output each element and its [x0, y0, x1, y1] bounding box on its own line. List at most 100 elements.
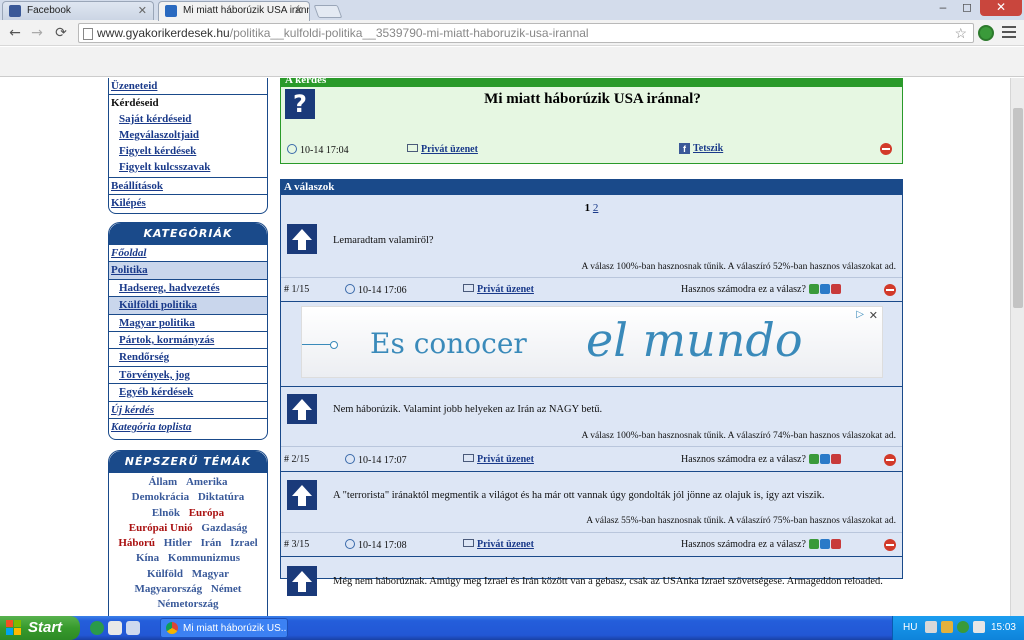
taskbar-chrome-window[interactable]: Mi miatt háborúzik US...: [160, 618, 288, 638]
private-message-link[interactable]: Privát üzenet: [477, 454, 534, 465]
like-control[interactable]: f Tetszik: [679, 143, 723, 154]
topic-tag[interactable]: Magyar: [192, 568, 229, 580]
topic-tag[interactable]: Irán: [201, 537, 222, 549]
topic-tag[interactable]: Kína: [136, 552, 159, 564]
private-message-link[interactable]: Privát üzenet: [421, 144, 478, 155]
topic-tag[interactable]: Háború: [118, 537, 155, 549]
answer-time: 10-14 17:07: [345, 454, 407, 466]
category-law[interactable]: Törvények, jog: [109, 367, 267, 385]
tab-label: Facebook: [27, 5, 71, 16]
envelope-icon: [463, 454, 474, 462]
topic-tag[interactable]: Hitler: [164, 537, 192, 549]
topic-tag[interactable]: Európai Unió: [129, 522, 193, 534]
answered-link[interactable]: Megválaszoltjaid: [109, 127, 267, 143]
new-question-link[interactable]: Új kérdés: [109, 402, 267, 419]
topic-tag[interactable]: Diktatúra: [198, 491, 244, 503]
private-message-link[interactable]: Privát üzenet: [477, 284, 534, 295]
category-hungarian-politics[interactable]: Magyar politika: [109, 315, 267, 332]
advertisement-banner[interactable]: Es conocer el mundo ▷ ✕: [301, 306, 883, 378]
report-icon[interactable]: [884, 454, 896, 466]
categories-box: KATEGÓRIÁK Főoldal Politika Hadsereg, ha…: [108, 222, 268, 440]
back-button[interactable]: ←: [6, 24, 24, 42]
category-police[interactable]: Rendőrség: [109, 349, 267, 367]
category-other[interactable]: Egyéb kérdések: [109, 384, 267, 402]
report-icon[interactable]: [884, 284, 896, 296]
ad-info-icon[interactable]: ▷: [856, 309, 864, 320]
topic-tag[interactable]: Izrael: [230, 537, 257, 549]
maximize-button[interactable]: ◻: [956, 0, 978, 16]
category-military[interactable]: Hadsereg, hadvezetés: [109, 280, 267, 298]
minimize-button[interactable]: –: [932, 0, 954, 16]
answer-private-message[interactable]: Privát üzenet: [463, 284, 534, 295]
tray-volume-icon[interactable]: [973, 621, 985, 633]
tray-network-icon[interactable]: [925, 621, 937, 633]
topic-tag[interactable]: Németország: [157, 598, 218, 610]
like-link[interactable]: Tetszik: [693, 143, 723, 154]
logout-row: Kilépés: [109, 195, 267, 211]
topic-tag[interactable]: Magyarország: [135, 583, 203, 595]
thumbs-down-icon[interactable]: [830, 539, 841, 549]
report-icon[interactable]: [880, 143, 892, 155]
category-parties[interactable]: Pártok, kormányzás: [109, 332, 267, 350]
topic-tag[interactable]: Amerika: [186, 476, 228, 488]
politics-link[interactable]: Politika: [109, 262, 267, 280]
language-indicator[interactable]: HU: [903, 622, 917, 633]
tray-security-icon[interactable]: [941, 621, 953, 633]
bookmark-star-icon[interactable]: ☆: [954, 25, 967, 42]
watched-questions-link[interactable]: Figyelt kérdések: [109, 143, 267, 159]
quicklaunch-desktop-icon[interactable]: [126, 621, 140, 635]
report-icon[interactable]: [884, 539, 896, 551]
chrome-menu-icon[interactable]: [1002, 26, 1016, 38]
page-scrollbar[interactable]: [1010, 78, 1024, 616]
private-message-link[interactable]: Privát üzenet: [477, 539, 534, 550]
category-foreign-policy[interactable]: Külföldi politika: [109, 297, 267, 315]
thumbs-up-icon[interactable]: [808, 284, 819, 294]
category-toplist-link[interactable]: Kategória toplista: [109, 419, 267, 436]
home-link[interactable]: Főoldal: [109, 245, 267, 263]
answer-private-message[interactable]: Privát üzenet: [463, 539, 534, 550]
start-button[interactable]: Start: [0, 616, 80, 640]
reload-button[interactable]: ⟳: [52, 24, 70, 42]
tray-app-icon[interactable]: [957, 621, 969, 633]
new-tab-button[interactable]: [313, 5, 343, 18]
answer-separator: [281, 471, 902, 472]
topic-tag[interactable]: Elnök: [152, 507, 180, 519]
thumbs-down-icon[interactable]: [830, 454, 841, 464]
thumbs-up-icon[interactable]: [808, 539, 819, 549]
tab-close-icon[interactable]: ✕: [294, 4, 303, 17]
tab-facebook[interactable]: Facebook ✕: [2, 1, 154, 20]
messages-link[interactable]: Üzeneteid: [109, 78, 267, 94]
topic-tag[interactable]: Kommunizmus: [168, 552, 240, 564]
extension-icon[interactable]: [978, 25, 994, 41]
tab-close-icon[interactable]: ✕: [138, 4, 147, 17]
topic-tag[interactable]: Külföld: [147, 568, 183, 580]
close-window-button[interactable]: ✕: [980, 0, 1022, 16]
question-private-message[interactable]: Privát üzenet: [407, 144, 478, 155]
topic-tag[interactable]: Európa: [189, 507, 224, 519]
thumbs-up-icon[interactable]: [808, 454, 819, 464]
topic-tag[interactable]: Német: [211, 583, 242, 595]
quicklaunch-app-icon[interactable]: [90, 621, 104, 635]
categories-heading: KATEGÓRIÁK: [109, 223, 267, 245]
topic-tag[interactable]: Állam: [148, 476, 177, 488]
forward-button[interactable]: →: [28, 24, 46, 42]
page-2-link[interactable]: 2: [593, 202, 599, 214]
address-bar[interactable]: www.gyakorikerdesek.hu/politika__kulfold…: [78, 23, 974, 43]
topic-tag[interactable]: Demokrácia: [132, 491, 189, 503]
envelope-icon: [463, 539, 474, 547]
neutral-vote-icon[interactable]: [819, 284, 830, 294]
watched-keywords-link[interactable]: Figyelt kulcsszavak: [109, 159, 267, 175]
neutral-vote-icon[interactable]: [819, 454, 830, 464]
answer-private-message[interactable]: Privát üzenet: [463, 454, 534, 465]
own-questions-link[interactable]: Saját kérdéseid: [109, 111, 267, 127]
tab-question[interactable]: Mi miatt háborúzik USA iránna ✕: [158, 1, 310, 21]
logout-link[interactable]: Kilépés: [109, 195, 267, 211]
system-tray: HU 15:03: [892, 616, 1024, 640]
neutral-vote-icon[interactable]: [819, 539, 830, 549]
quicklaunch-ie-icon[interactable]: [108, 621, 122, 635]
thumbs-down-icon[interactable]: [830, 284, 841, 294]
settings-link[interactable]: Beállítások: [109, 178, 267, 194]
scrollbar-thumb[interactable]: [1013, 108, 1023, 308]
topic-tag[interactable]: Gazdaság: [201, 522, 247, 534]
ad-close-icon[interactable]: ✕: [869, 309, 878, 322]
